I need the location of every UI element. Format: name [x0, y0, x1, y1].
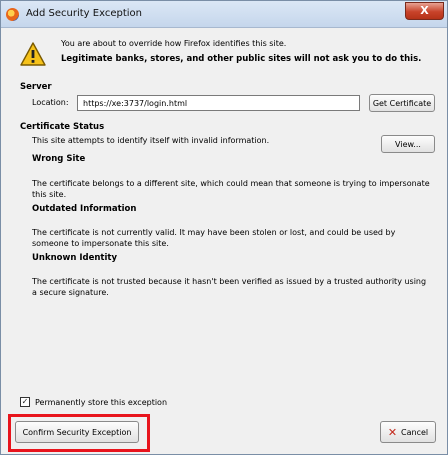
confirm-security-exception-button[interactable]: Confirm Security Exception — [15, 421, 139, 443]
wrong-site-text: The certificate belongs to a different s… — [32, 179, 430, 199]
certificate-status-title: Certificate Status — [20, 122, 105, 132]
cancel-x-icon: ✕ — [387, 425, 398, 439]
unknown-identity-text: The certificate is not trusted because i… — [32, 277, 427, 297]
location-input[interactable] — [77, 95, 360, 111]
status-summary: This site attempts to identify itself wi… — [32, 136, 270, 145]
cancel-button[interactable]: ✕ Cancel — [380, 421, 436, 443]
permanent-store-label: Permanently store this exception — [35, 398, 168, 407]
warning-icon — [20, 42, 46, 66]
add-security-exception-dialog: Add Security Exception X You are about t… — [0, 0, 448, 455]
view-label: View... — [395, 139, 421, 149]
certificate-status-panel: This site attempts to identify itself wi… — [20, 135, 436, 393]
title-bar: Add Security Exception X — [1, 1, 447, 28]
intro-text: You are about to override how Firefox id… — [61, 39, 287, 48]
outdated-info-heading: Outdated Information — [32, 204, 137, 214]
window-title: Add Security Exception — [26, 8, 142, 19]
unknown-identity-heading: Unknown Identity — [32, 253, 118, 263]
firefox-icon — [6, 8, 19, 21]
close-button[interactable]: X — [405, 2, 444, 20]
get-certificate-button[interactable]: Get Certificate — [369, 94, 435, 112]
location-label: Location: — [32, 98, 69, 107]
get-certificate-label: Get Certificate — [372, 98, 432, 108]
cancel-label: Cancel — [401, 427, 429, 437]
permanent-store-checkbox[interactable]: ✓ — [20, 397, 30, 407]
intro-warning-text: Legitimate banks, stores, and other publ… — [61, 54, 422, 64]
outdated-info-text: The certificate is not currently valid. … — [32, 228, 396, 248]
server-section-title: Server — [20, 82, 52, 92]
view-button[interactable]: View... — [381, 135, 435, 153]
confirm-label: Confirm Security Exception — [22, 427, 132, 437]
wrong-site-heading: Wrong Site — [32, 154, 86, 164]
